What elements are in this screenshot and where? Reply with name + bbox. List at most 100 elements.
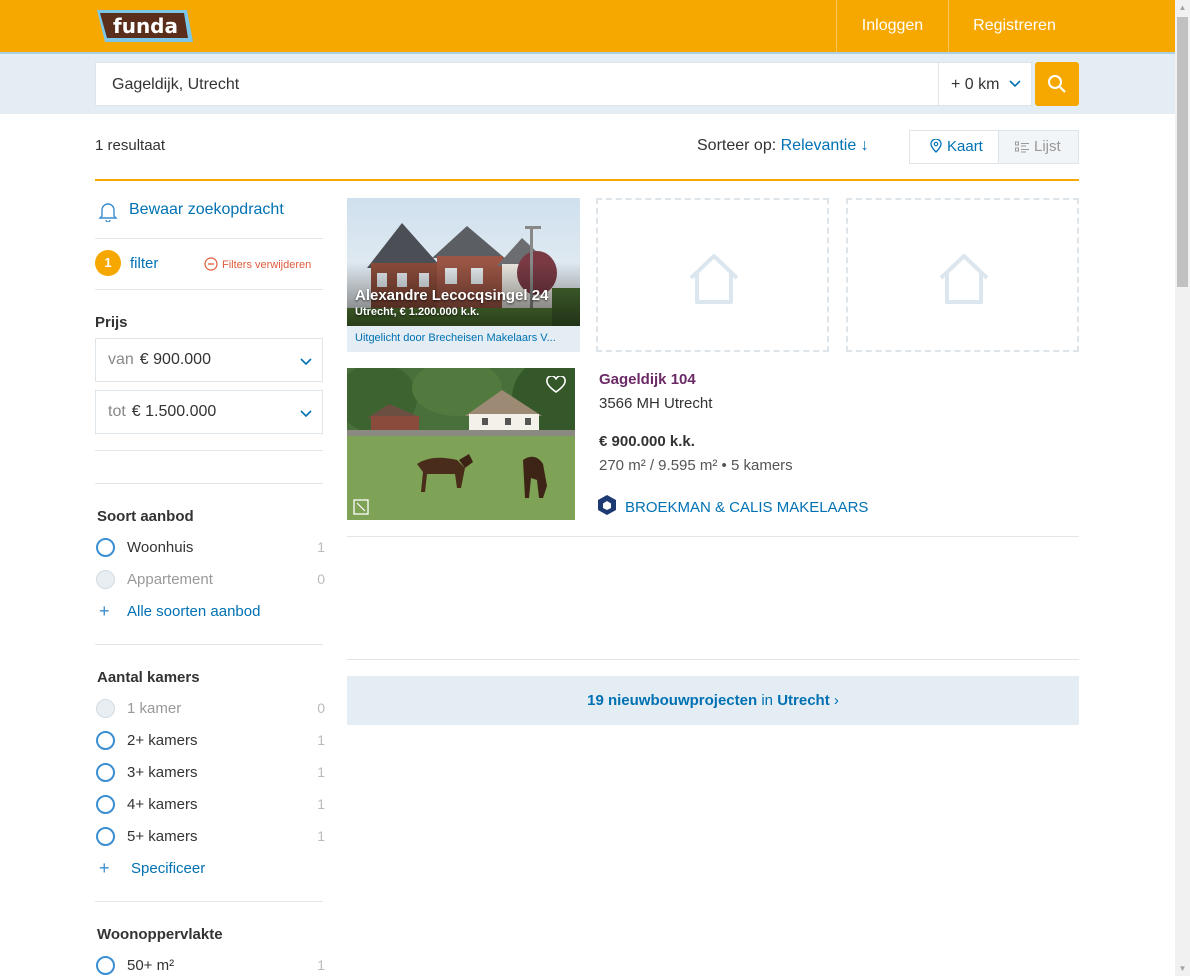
bell-icon — [98, 203, 118, 222]
placeholder-card — [596, 198, 829, 352]
featured-subtitle: Utrecht, € 1.200.000 k.k. — [355, 306, 480, 318]
option-3-kamers[interactable]: 3+ kamers 1 — [95, 761, 325, 785]
search-button[interactable] — [1035, 62, 1079, 106]
radio[interactable] — [96, 795, 115, 814]
specify-rooms-label: Specificeer — [131, 860, 206, 877]
plus-icon: + — [99, 601, 110, 621]
search-input[interactable]: Gageldijk, Utrecht — [95, 62, 938, 106]
chevron-down-icon — [300, 410, 312, 418]
option-label: 1 kamer — [127, 700, 182, 717]
price-from-label: van — [108, 351, 134, 368]
option-label: 5+ kamers — [127, 828, 198, 845]
option-1-kamer: 1 kamer 0 — [95, 697, 325, 721]
price-title: Prijs — [95, 314, 128, 331]
option-appartement: Appartement 0 — [95, 568, 325, 592]
option-count: 1 — [317, 957, 325, 973]
sort-value[interactable]: Relevantie ↓ — [781, 137, 869, 154]
radio[interactable] — [96, 956, 115, 975]
featured-listing-card[interactable]: Alexandre Lecocqsingel 24 Utrecht, € 1.2… — [347, 198, 580, 352]
radius-value: + 0 km — [951, 76, 1000, 93]
save-search-label: Bewaar zoekopdracht — [129, 201, 284, 218]
option-count: 0 — [317, 700, 325, 716]
living-area-title: Woonoppervlakte — [97, 926, 223, 943]
radio — [96, 699, 115, 718]
login-button[interactable]: Inloggen — [836, 0, 948, 52]
radius-select[interactable]: + 0 km — [938, 62, 1032, 106]
register-button[interactable]: Registreren — [948, 0, 1080, 52]
list-view-button[interactable]: Lijst — [998, 131, 1078, 163]
listing-price: € 900.000 k.k. — [599, 433, 695, 450]
radio[interactable] — [96, 827, 115, 846]
agent-logo-icon — [598, 495, 616, 515]
filter-label[interactable]: filter — [130, 255, 158, 272]
map-view-button[interactable]: Kaart — [910, 131, 998, 163]
option-count: 1 — [317, 732, 325, 748]
all-offer-types-label: Alle soorten aanbod — [127, 603, 261, 620]
list-icon — [1015, 141, 1029, 153]
new-build-projects-link[interactable]: 19 nieuwbouwprojecten in Utrecht › — [347, 676, 1079, 725]
divider — [95, 483, 323, 484]
heart-icon[interactable] — [546, 376, 566, 394]
house-placeholder-icon — [689, 254, 739, 304]
divider — [95, 450, 323, 451]
option-50-m2[interactable]: 50+ m² 1 — [95, 954, 325, 976]
radio[interactable] — [96, 731, 115, 750]
listing-photo[interactable] — [347, 368, 575, 520]
option-woonhuis[interactable]: Woonhuis 1 — [95, 536, 325, 560]
new-build-city: Utrecht — [777, 692, 830, 709]
new-build-count: 19 nieuwbouwprojecten — [587, 692, 758, 709]
radio[interactable] — [96, 763, 115, 782]
listing-postal-city: 3566 MH Utrecht — [599, 395, 713, 412]
price-to-label: tot — [108, 403, 126, 420]
option-count: 1 — [317, 796, 325, 812]
funda-logo[interactable]: funda — [95, 8, 195, 44]
divider — [95, 238, 323, 239]
house-placeholder-icon — [939, 254, 989, 304]
option-count: 1 — [317, 828, 325, 844]
option-label: Woonhuis — [127, 539, 194, 556]
listing-divider — [347, 659, 1079, 660]
map-pin-icon — [930, 138, 942, 153]
rooms-title: Aantal kamers — [97, 669, 200, 686]
result-count: 1 resultaat — [95, 137, 166, 154]
option-5-kamers[interactable]: 5+ kamers 1 — [95, 825, 325, 849]
radio[interactable] — [96, 538, 115, 557]
map-view-label: Kaart — [947, 138, 983, 155]
divider — [95, 289, 323, 290]
listing-size: 270 m² / 9.595 m² • 5 kamers — [599, 457, 793, 474]
minus-circle-icon — [204, 257, 218, 271]
agent-link[interactable]: BROEKMAN & CALIS MAKELAARS — [597, 494, 868, 516]
remove-filters-link[interactable]: Filters verwijderen — [204, 257, 311, 271]
filter-count-badge: 1 — [95, 250, 121, 276]
divider — [95, 901, 323, 902]
option-label: Appartement — [127, 571, 213, 588]
option-2-kamers[interactable]: 2+ kamers 1 — [95, 729, 325, 753]
scroll-up-arrow[interactable]: ▲ — [1175, 0, 1190, 15]
svg-text:funda: funda — [113, 14, 178, 38]
page-scrollbar[interactable]: ▲ ▼ — [1175, 0, 1190, 976]
price-to-value: € 1.500.000 — [131, 403, 217, 420]
price-to-select[interactable]: tot € 1.500.000 — [95, 390, 323, 434]
results-divider — [95, 179, 1079, 181]
list-view-label: Lijst — [1034, 138, 1061, 155]
option-4-kamers[interactable]: 4+ kamers 1 — [95, 793, 325, 817]
scroll-thumb[interactable] — [1177, 17, 1188, 287]
radio — [96, 570, 115, 589]
scroll-down-arrow[interactable]: ▼ — [1175, 961, 1190, 976]
bookmark-icon[interactable] — [353, 499, 369, 515]
offer-type-title: Soort aanbod — [97, 508, 194, 525]
listing-street[interactable]: Gageldijk 104 — [599, 371, 696, 388]
option-label: 3+ kamers — [127, 764, 198, 781]
sort-control[interactable]: Sorteer op: Relevantie ↓ — [697, 137, 869, 155]
option-count: 1 — [317, 764, 325, 780]
featured-caption[interactable]: Uitgelicht door Brecheisen Makelaars V..… — [355, 332, 575, 344]
option-count: 1 — [317, 539, 325, 555]
featured-title[interactable]: Alexandre Lecocqsingel 24 — [355, 287, 548, 304]
placeholder-card — [846, 198, 1079, 352]
agent-name: BROEKMAN & CALIS MAKELAARS — [625, 499, 869, 516]
option-label: 2+ kamers — [127, 732, 198, 749]
new-build-in: in — [761, 692, 774, 709]
price-from-value: € 900.000 — [139, 351, 211, 368]
price-from-select[interactable]: van € 900.000 — [95, 338, 323, 382]
plus-icon: + — [99, 858, 110, 878]
